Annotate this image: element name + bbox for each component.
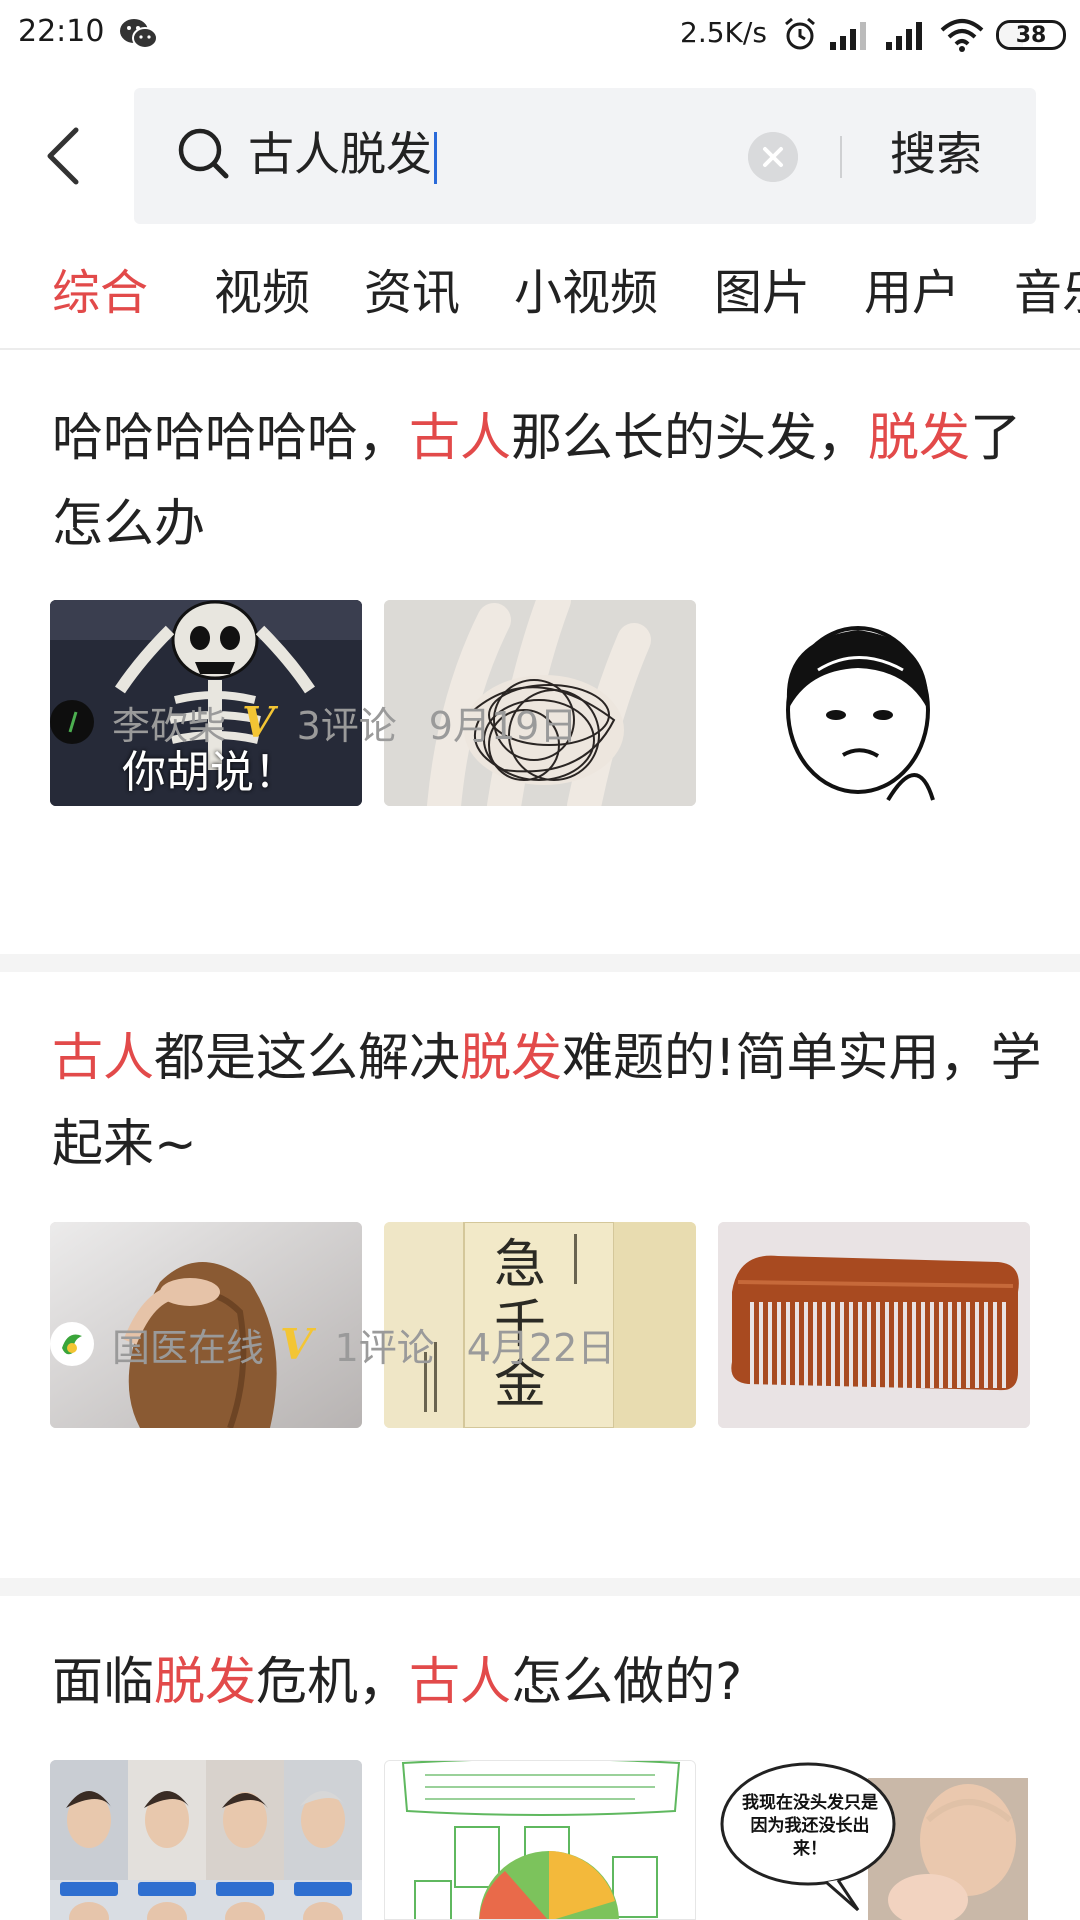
alarm-icon — [785, 17, 815, 50]
tab-music[interactable]: 音乐 — [1014, 258, 1080, 328]
article-title[interactable]: 面临脱发危机，古人怎么做的? — [52, 1640, 1042, 1726]
comment-count: 1评论 — [334, 1325, 435, 1370]
text-cursor — [434, 131, 437, 184]
title-text: 危机， — [256, 1653, 410, 1712]
battery-text: 38 — [1015, 22, 1047, 48]
cartoon-face-illustration — [718, 600, 1030, 806]
signal-icon — [830, 22, 866, 50]
article-card[interactable]: 古人都是这么解决脱发难题的!简单实用，学起来~ 急 千 金 国医在线 V 1评论… — [0, 972, 1080, 1572]
wooden-comb-image[interactable] — [718, 1222, 1030, 1428]
article-title[interactable]: 哈哈哈哈哈哈，古人那么长的头发，脱发了怎么办 — [52, 396, 1042, 568]
infographic-image[interactable] — [384, 1760, 696, 1920]
tab-images[interactable]: 图片 — [714, 258, 810, 328]
title-text: 那么长的头发， — [511, 409, 869, 468]
celebrity-grid-illustration — [50, 1760, 362, 1920]
avatar-image — [68, 711, 78, 733]
title-text: 面临 — [52, 1653, 155, 1712]
avatar-image — [54, 1326, 90, 1362]
baby-meme-image[interactable]: 我现在没头发只是因为我还没长出来！ — [718, 1760, 1030, 1920]
article-meta: 李砍柴 V 3评论 9月19日 — [50, 694, 577, 750]
status-time: 22:10 — [18, 14, 105, 49]
status-bar: 22:10 2.5K/s 38 — [0, 0, 1080, 72]
infographic-illustration — [385, 1761, 695, 1919]
wechat-icon — [120, 19, 158, 49]
title-highlight: 古人 — [409, 1653, 512, 1712]
search-query: 古人脱发 — [248, 127, 432, 181]
tab-short-video[interactable]: 小视频 — [514, 258, 658, 328]
article-card[interactable]: 面临脱发危机，古人怎么做的? 我现在没头发只是因为我还没长出来！ — [0, 1596, 1080, 1920]
clear-icon[interactable] — [748, 132, 798, 182]
signal-icon — [886, 22, 922, 50]
celebrity-hairline-image[interactable] — [50, 1760, 362, 1920]
tab-video[interactable]: 视频 — [214, 258, 310, 328]
back-arrow-icon[interactable] — [36, 116, 96, 196]
title-highlight: 脱发 — [154, 1653, 257, 1712]
comment-count: 3评论 — [296, 703, 397, 748]
title-highlight: 脱发 — [868, 409, 971, 468]
avatar[interactable] — [50, 700, 94, 744]
category-tabs: 综合 视频 资讯 小视频 图片 用户 音乐 — [0, 250, 1080, 350]
balding-cartoon-meme-image[interactable] — [718, 600, 1030, 806]
section-divider — [0, 1578, 1080, 1596]
network-speed: 2.5K/s — [680, 16, 767, 49]
title-highlight: 古人 — [52, 1029, 155, 1088]
title-text: 哈哈哈哈哈哈， — [52, 409, 410, 468]
title-highlight: 脱发 — [460, 1029, 563, 1088]
article-card[interactable]: 哈哈哈哈哈哈，古人那么长的头发，脱发了怎么办 你胡说！ 李砍柴 V 3评论 9月… — [0, 350, 1080, 950]
search-divider — [840, 136, 842, 178]
search-icon — [178, 128, 229, 179]
wifi-icon — [940, 19, 984, 52]
tab-news[interactable]: 资讯 — [364, 258, 460, 328]
verified-icon: V — [280, 1319, 313, 1369]
battery-icon: 38 — [996, 20, 1066, 50]
section-divider — [0, 954, 1080, 972]
search-input[interactable]: 古人脱发 — [248, 124, 437, 184]
publish-date: 4月22日 — [466, 1325, 616, 1370]
meme-text: 我现在没头发只是因为我还没长出来！ — [742, 1793, 878, 1859]
publish-date: 9月19日 — [428, 703, 578, 748]
tab-users[interactable]: 用户 — [864, 258, 960, 328]
avatar[interactable] — [50, 1322, 94, 1366]
search-button[interactable]: 搜索 — [890, 124, 982, 184]
search-bar[interactable]: 古人脱发 搜索 — [134, 88, 1036, 224]
article-meta: 国医在线 V 1评论 4月22日 — [50, 1316, 615, 1372]
comb-illustration — [718, 1222, 1030, 1428]
verified-icon: V — [242, 697, 275, 747]
title-highlight: 古人 — [409, 409, 512, 468]
title-text: 都是这么解决 — [154, 1029, 461, 1088]
article-title[interactable]: 古人都是这么解决脱发难题的!简单实用，学起来~ — [52, 1016, 1042, 1188]
svg-text:急: 急 — [494, 1235, 546, 1295]
author-name[interactable]: 李砍柴 — [112, 695, 226, 750]
title-text: 怎么做的? — [511, 1653, 743, 1712]
author-name[interactable]: 国医在线 — [112, 1317, 264, 1372]
tab-comprehensive[interactable]: 综合 — [52, 258, 148, 328]
